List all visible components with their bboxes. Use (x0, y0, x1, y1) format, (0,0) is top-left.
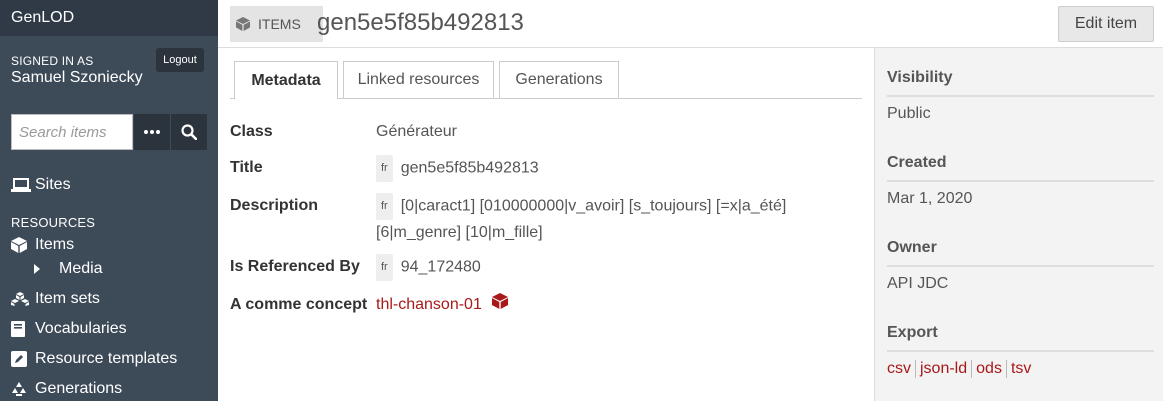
edit-item-button[interactable]: Edit item (1058, 6, 1154, 42)
title-value-row: fr gen5e5f85b492813 (376, 155, 539, 182)
nav-items-label: Items (35, 236, 75, 253)
description-line-1: [0|caract1] [010000000|v_avoir] [s_toujo… (400, 197, 787, 215)
tab-generations[interactable]: Generations (499, 61, 619, 98)
visibility-value: Public (887, 105, 931, 122)
nav-items[interactable]: Items (11, 236, 74, 254)
sidebar: GenLOD SIGNED IN AS Samuel Szoniecky Log… (0, 0, 218, 401)
tab-metadata[interactable]: Metadata (234, 61, 338, 99)
laptop-icon (11, 178, 31, 192)
user-block: SIGNED IN AS Samuel Szoniecky Logout (0, 36, 218, 100)
language-badge: fr (376, 155, 393, 182)
language-badge: fr (376, 254, 393, 281)
tab-linked-resources[interactable]: Linked resources (343, 61, 494, 98)
nav-resource-templates[interactable]: Resource templates (11, 350, 177, 368)
export-ods-link[interactable]: ods (972, 360, 1007, 378)
brand-title[interactable]: GenLOD (0, 0, 218, 36)
resources-header: RESOURCES (11, 215, 96, 230)
export-csv-link[interactable]: csv (887, 360, 916, 378)
title-value: gen5e5f85b492813 (400, 159, 539, 177)
export-tsv-link[interactable]: tsv (1007, 360, 1035, 378)
created-value: Mar 1, 2020 (887, 190, 973, 207)
description-line-2: [6|m_genre] [10|m_fille] (376, 224, 543, 241)
search-bar (11, 114, 207, 150)
search-icon (181, 124, 197, 140)
book-icon (11, 321, 31, 337)
ellipsis-icon (144, 130, 160, 134)
breadcrumb[interactable]: ITEMS (230, 6, 323, 42)
created-header: Created (887, 154, 1154, 182)
page-header: ITEMS gen5e5f85b492813 Edit item (218, 0, 1163, 48)
edit-square-icon (11, 351, 31, 367)
nav-item-sets-label: Item sets (35, 290, 100, 307)
advanced-search-button[interactable] (134, 114, 170, 150)
title-label: Title (230, 159, 263, 176)
recycle-icon (11, 381, 31, 397)
cube-icon[interactable] (492, 292, 509, 317)
export-links: csv json-ld ods tsv (887, 360, 1035, 378)
nav-media[interactable]: Media (34, 260, 103, 278)
class-value: Générateur (376, 123, 457, 140)
nav-generations-label: Generations (35, 380, 123, 397)
concept-label: A comme concept (230, 296, 368, 313)
cube-icon (236, 17, 250, 31)
referenced-by-row: fr 94_172480 (376, 254, 481, 281)
breadcrumb-label: ITEMS (258, 16, 301, 32)
tab-bar: Metadata Linked resources Generations (230, 61, 862, 99)
export-header: Export (887, 324, 1154, 352)
nav-resource-templates-label: Resource templates (35, 350, 178, 367)
info-panel: Visibility Public Created Mar 1, 2020 Ow… (874, 48, 1163, 401)
search-input[interactable] (11, 114, 133, 150)
export-json-ld-link[interactable]: json-ld (916, 360, 973, 378)
cubes-icon (11, 292, 31, 306)
class-label: Class (230, 123, 273, 140)
referenced-by-value: 94_172480 (400, 258, 481, 276)
search-submit-button[interactable] (171, 114, 207, 150)
logout-button[interactable]: Logout (156, 48, 204, 72)
nav-sites-label: Sites (35, 176, 71, 193)
owner-value: API JDC (887, 275, 949, 292)
nav-sites[interactable]: Sites (11, 176, 71, 194)
caret-right-icon (34, 264, 48, 274)
concept-row: thl-chanson-01 (376, 292, 509, 317)
description-value-row: fr [0|caract1] [010000000|v_avoir] [s_tou… (376, 193, 786, 245)
description-label: Description (230, 197, 319, 214)
page-title: gen5e5f85b492813 (317, 9, 524, 36)
nav-item-sets[interactable]: Item sets (11, 290, 100, 308)
nav-generations[interactable]: Generations (11, 380, 122, 398)
language-badge: fr (376, 193, 393, 220)
owner-header: Owner (887, 239, 1154, 267)
visibility-header: Visibility (887, 69, 1154, 97)
nav-media-label: Media (59, 260, 103, 277)
nav-vocabularies[interactable]: Vocabularies (11, 320, 127, 338)
concept-link[interactable]: thl-chanson-01 (376, 296, 482, 313)
nav-vocabularies-label: Vocabularies (35, 320, 127, 337)
referenced-by-label: Is Referenced By (230, 258, 360, 275)
cube-icon (11, 237, 31, 253)
